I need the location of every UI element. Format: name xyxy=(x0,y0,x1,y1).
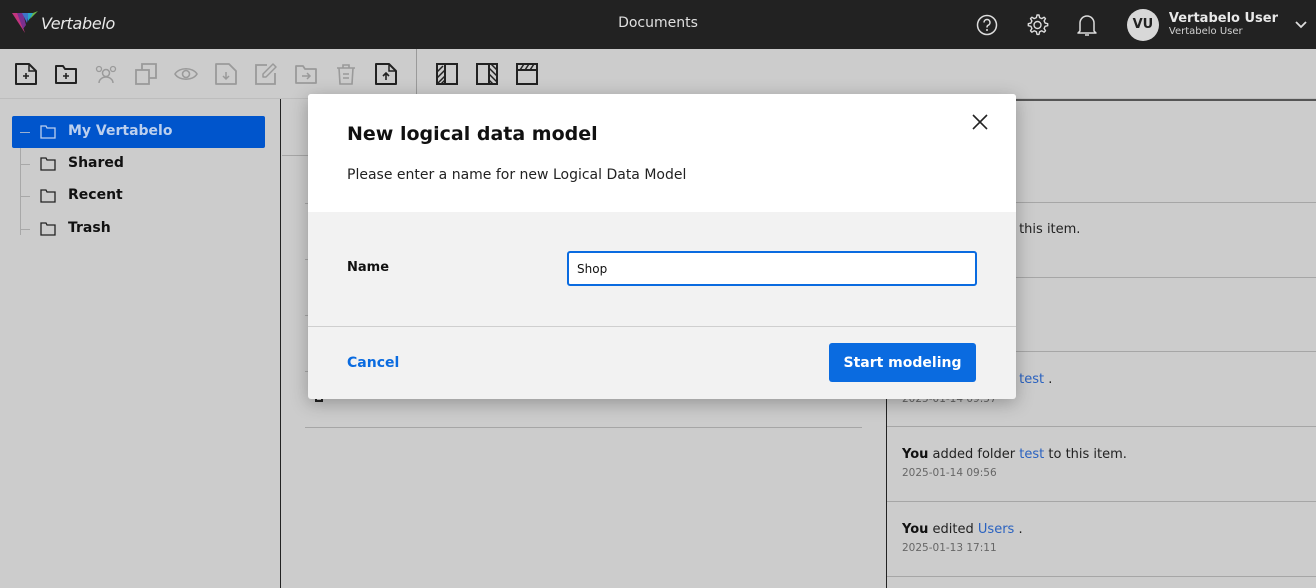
activity-item: You edited Users . xyxy=(902,522,1023,537)
trash-icon xyxy=(337,64,355,85)
gear-icon xyxy=(1027,13,1049,35)
upload-button[interactable] xyxy=(374,62,398,86)
top-bar: Vertabelo Documents VU Vertabelo User Ve… xyxy=(0,0,1316,49)
close-button[interactable] xyxy=(970,112,990,132)
preview-button[interactable] xyxy=(174,62,198,86)
download-button[interactable] xyxy=(214,62,238,86)
layout-right-icon xyxy=(476,63,498,85)
file-upload-icon xyxy=(375,63,397,85)
activity-link[interactable]: test xyxy=(1019,447,1044,462)
sidebar-item-label: Recent xyxy=(68,187,123,203)
new-logical-model-dialog: New logical data model Please enter a na… xyxy=(308,94,1016,399)
name-input[interactable] xyxy=(567,251,977,286)
dialog-title: New logical data model xyxy=(347,123,598,145)
layout-left-icon xyxy=(436,63,458,85)
layout-left-button[interactable] xyxy=(435,62,459,86)
sidebar-item-recent[interactable]: Recent xyxy=(12,180,265,212)
layout-top-icon xyxy=(516,63,538,85)
activity-time: 2025-01-14 09:56 xyxy=(902,467,997,479)
notifications-button[interactable] xyxy=(1075,13,1099,37)
edit-button[interactable] xyxy=(254,62,278,86)
delete-button[interactable] xyxy=(334,62,358,86)
user-menu[interactable]: Vertabelo User Vertabelo User xyxy=(1169,12,1278,37)
avatar[interactable]: VU xyxy=(1126,8,1159,41)
sidebar-item-my-vertabelo[interactable]: My Vertabelo xyxy=(12,116,265,148)
sidebar-item-label: Trash xyxy=(68,220,111,236)
cancel-button[interactable]: Cancel xyxy=(347,355,399,371)
toolbar-divider xyxy=(416,49,417,99)
activity-time: 2025-01-13 17:11 xyxy=(902,542,997,554)
layout-top-button[interactable] xyxy=(515,62,539,86)
folder-move-icon xyxy=(295,65,317,84)
eye-icon xyxy=(174,67,198,81)
vertabelo-logo-icon xyxy=(12,11,38,33)
file-download-icon xyxy=(215,63,237,85)
name-label: Name xyxy=(347,260,390,275)
sidebar-item-label: Shared xyxy=(68,155,124,171)
sidebar-item-label: My Vertabelo xyxy=(68,123,173,139)
new-document-button[interactable] xyxy=(14,62,38,86)
dialog-description: Please enter a name for new Logical Data… xyxy=(347,167,687,183)
toolbar xyxy=(0,49,1316,99)
user-subtitle: Vertabelo User xyxy=(1168,26,1243,37)
copy-button[interactable] xyxy=(134,62,158,86)
activity-link[interactable]: test xyxy=(1019,372,1044,387)
settings-button[interactable] xyxy=(1025,13,1049,37)
folder-plus-icon xyxy=(55,65,77,84)
folder-icon xyxy=(40,222,56,236)
bell-icon xyxy=(1077,14,1097,36)
sidebar-item-shared[interactable]: Shared xyxy=(12,148,265,180)
start-modeling-button[interactable]: Start modeling xyxy=(829,343,976,382)
folder-icon xyxy=(40,189,56,203)
user-name: Vertabelo User xyxy=(1168,11,1278,26)
page-title: Documents xyxy=(618,15,698,31)
share-button[interactable] xyxy=(94,62,118,86)
copy-icon xyxy=(135,63,157,85)
help-button[interactable] xyxy=(975,13,999,37)
folder-icon xyxy=(40,125,56,139)
chevron-down-icon[interactable] xyxy=(1294,20,1308,30)
sidebar: My Vertabelo Shared Recent Trash xyxy=(0,99,281,588)
sidebar-item-trash[interactable]: Trash xyxy=(12,213,265,245)
folder-icon xyxy=(40,157,56,171)
edit-icon xyxy=(255,63,277,85)
brand-logo[interactable]: Vertabelo xyxy=(12,11,115,35)
activity-text: o this item. xyxy=(1007,222,1081,237)
move-button[interactable] xyxy=(294,62,318,86)
brand-name: Vertabelo xyxy=(41,13,116,33)
help-icon xyxy=(976,14,998,35)
new-folder-button[interactable] xyxy=(54,62,78,86)
file-plus-icon xyxy=(15,63,37,85)
activity-item: You added folder test to this item. xyxy=(902,447,1127,462)
activity-link[interactable]: Users xyxy=(978,522,1014,537)
layout-right-button[interactable] xyxy=(475,62,499,86)
users-icon xyxy=(95,65,117,84)
row-divider xyxy=(305,427,862,428)
close-icon xyxy=(972,114,988,130)
